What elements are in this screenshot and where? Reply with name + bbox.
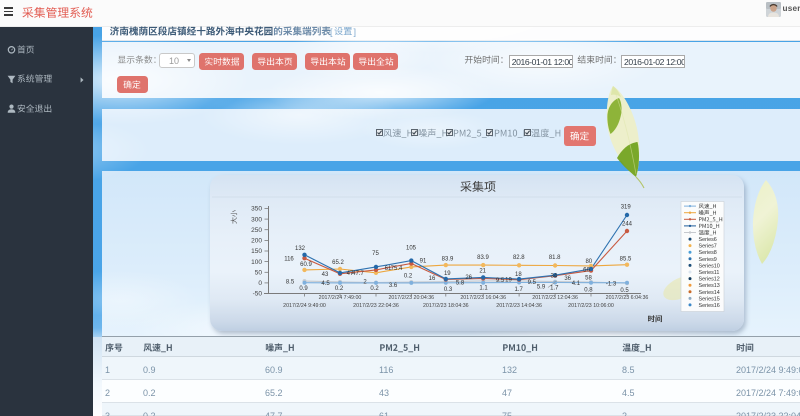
svg-text:0.8: 0.8 xyxy=(584,287,593,293)
svg-text:0.9: 0.9 xyxy=(299,286,308,292)
svg-text:Series10: Series10 xyxy=(699,263,720,269)
svg-text:5.8: 5.8 xyxy=(456,281,465,287)
svg-text:1.1: 1.1 xyxy=(479,285,488,291)
svg-text:Series9: Series9 xyxy=(699,257,717,263)
svg-text:116: 116 xyxy=(284,257,294,263)
svg-text:2017/2/23 12:04:36: 2017/2/23 12:04:36 xyxy=(532,295,578,301)
svg-text:0.3: 0.3 xyxy=(444,287,453,293)
svg-text:34: 34 xyxy=(550,274,557,280)
svg-text:16: 16 xyxy=(429,276,436,282)
svg-text:Series14: Series14 xyxy=(699,290,720,296)
svg-text:75.4: 75.4 xyxy=(391,266,403,272)
svg-text:2017/2/23 20:04:36: 2017/2/23 20:04:36 xyxy=(388,295,434,301)
svg-text:81.8: 81.8 xyxy=(549,255,561,261)
svg-text:Series8: Series8 xyxy=(699,250,717,256)
svg-text:2017/2/23 14:04:36: 2017/2/23 14:04:36 xyxy=(496,303,542,309)
svg-text:105: 105 xyxy=(406,246,417,252)
svg-text:47.7: 47.7 xyxy=(352,271,364,277)
svg-text:Series12: Series12 xyxy=(699,277,720,283)
svg-text:9.5: 9.5 xyxy=(528,280,537,286)
svg-text:1.7: 1.7 xyxy=(550,285,559,291)
svg-text:18: 18 xyxy=(515,272,522,278)
svg-text:Series6: Series6 xyxy=(699,237,717,243)
svg-text:65.2: 65.2 xyxy=(332,260,344,266)
svg-text:75: 75 xyxy=(372,251,379,257)
svg-text:2017/2/23 16:04:36: 2017/2/23 16:04:36 xyxy=(460,295,506,301)
svg-text:0.2: 0.2 xyxy=(404,274,413,280)
svg-text:0.2: 0.2 xyxy=(370,286,379,292)
svg-text:244: 244 xyxy=(622,222,633,228)
svg-text:4.1: 4.1 xyxy=(572,281,581,287)
svg-text:Series15: Series15 xyxy=(699,296,720,302)
svg-text:150: 150 xyxy=(251,248,262,255)
svg-text:-1.3: -1.3 xyxy=(606,282,617,288)
svg-text:5.9: 5.9 xyxy=(537,285,546,291)
svg-text:0: 0 xyxy=(258,280,262,287)
svg-text:50: 50 xyxy=(255,270,263,277)
svg-text:2017/2/23 18:04:36: 2017/2/23 18:04:36 xyxy=(423,303,469,309)
svg-text:200: 200 xyxy=(251,238,262,245)
svg-text:132: 132 xyxy=(295,246,306,252)
svg-text:4.5: 4.5 xyxy=(321,281,330,287)
svg-text:Series11: Series11 xyxy=(699,270,720,276)
svg-text:60.9: 60.9 xyxy=(300,262,312,268)
svg-text:36: 36 xyxy=(564,276,571,282)
svg-text:19: 19 xyxy=(444,271,451,277)
svg-text:Series7: Series7 xyxy=(699,244,717,250)
svg-text:-50: -50 xyxy=(253,291,263,298)
svg-text:82.8: 82.8 xyxy=(513,255,525,261)
svg-text:0.5: 0.5 xyxy=(620,288,629,294)
svg-text:3.6: 3.6 xyxy=(389,283,398,289)
svg-text:Series13: Series13 xyxy=(699,283,720,289)
svg-text:58: 58 xyxy=(585,275,592,281)
svg-text:250: 250 xyxy=(251,227,262,234)
svg-text:21: 21 xyxy=(479,268,486,274)
svg-text:0.2: 0.2 xyxy=(335,286,344,292)
svg-text:83.9: 83.9 xyxy=(477,255,489,261)
svg-text:2017/2/23 6:04:36: 2017/2/23 6:04:36 xyxy=(606,295,649,301)
svg-text:91: 91 xyxy=(420,259,427,265)
svg-text:2017/2/24 9:49:00: 2017/2/24 9:49:00 xyxy=(283,303,326,309)
svg-text:83.9: 83.9 xyxy=(442,256,454,262)
svg-text:43: 43 xyxy=(322,272,329,278)
svg-text:Series16: Series16 xyxy=(699,303,720,309)
svg-text:100: 100 xyxy=(251,259,262,266)
svg-text:1.7: 1.7 xyxy=(515,287,524,293)
svg-text:80: 80 xyxy=(585,259,592,265)
svg-text:85.5: 85.5 xyxy=(620,256,632,262)
svg-text:2017/2/23 10:06:00: 2017/2/23 10:06:00 xyxy=(568,303,614,309)
svg-text:26: 26 xyxy=(465,275,472,281)
svg-text:66: 66 xyxy=(583,267,590,273)
svg-text:300: 300 xyxy=(251,216,262,223)
svg-text:2017/2/24 7:49:00: 2017/2/24 7:49:00 xyxy=(319,295,362,301)
svg-text:350: 350 xyxy=(251,206,262,213)
svg-text:8.5: 8.5 xyxy=(286,280,295,286)
svg-text:9.5: 9.5 xyxy=(496,278,505,284)
svg-text:2017/2/23 22:04:36: 2017/2/23 22:04:36 xyxy=(353,303,399,309)
svg-text:319: 319 xyxy=(621,205,632,211)
svg-text:19: 19 xyxy=(505,277,512,283)
